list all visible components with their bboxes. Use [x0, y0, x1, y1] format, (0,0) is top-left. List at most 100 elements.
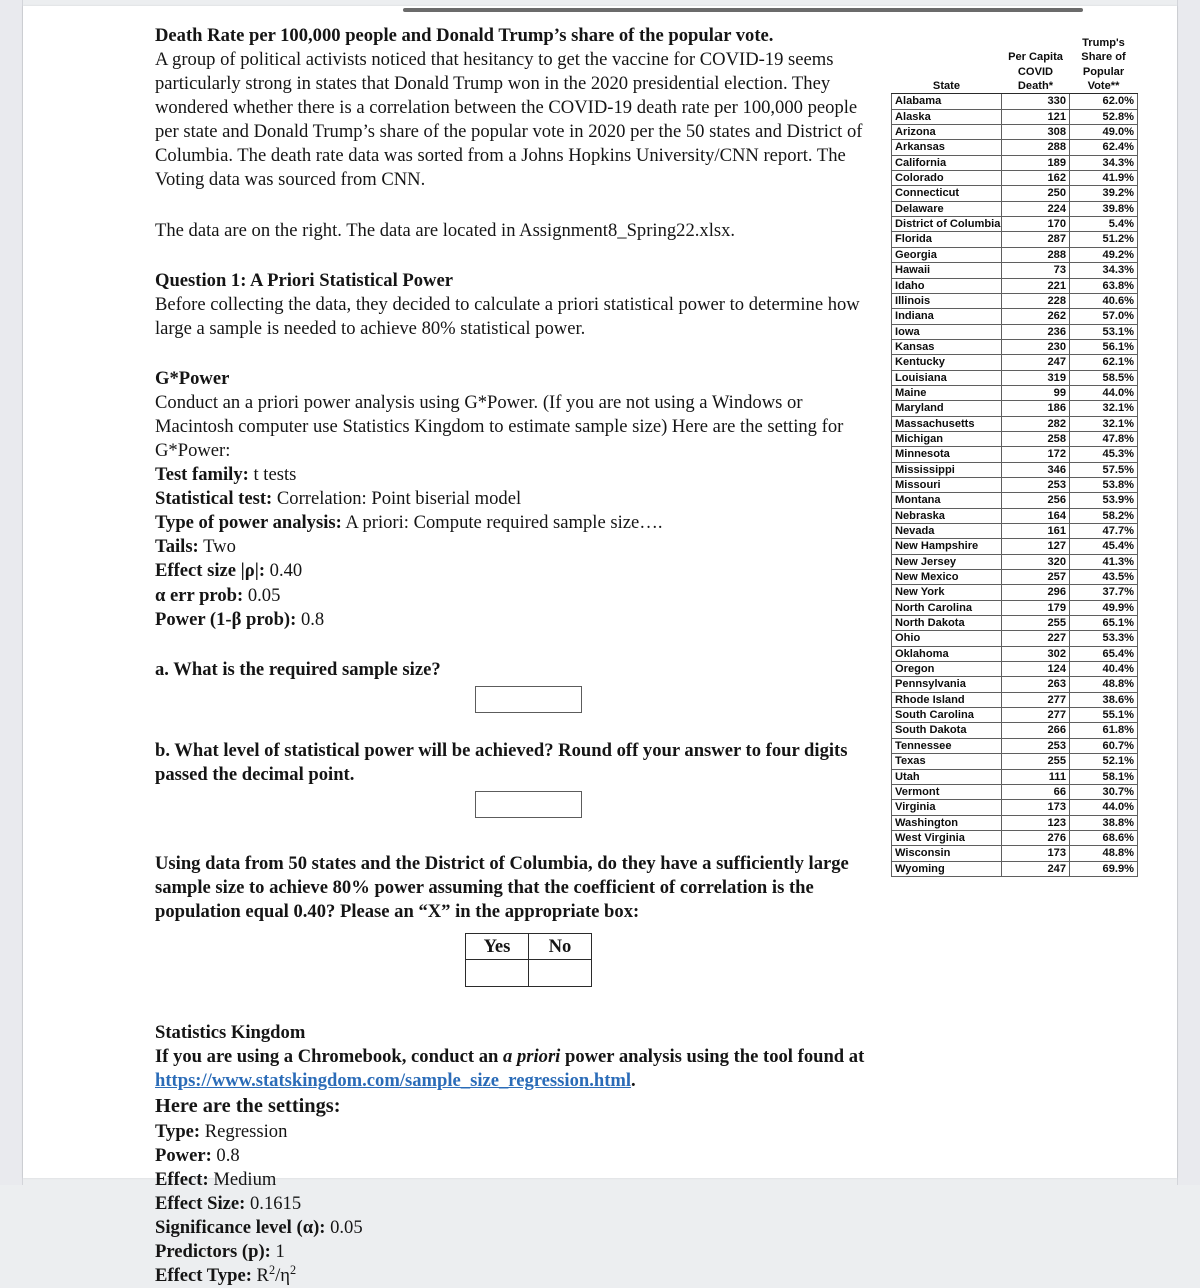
cell-trump-share: 37.7%: [1069, 584, 1138, 601]
question-a-text: a. What is the required sample size?: [155, 658, 441, 680]
column-header-death: Death*: [1001, 79, 1070, 95]
sk-italic: a priori: [503, 1046, 561, 1068]
table-row: Wisconsin 173 48.8%: [891, 845, 1138, 862]
cell-covid-death: 250: [1001, 185, 1070, 202]
question1-heading: Question 1: A Priori Statistical Power: [155, 269, 453, 291]
cell-covid-death: 256: [1001, 492, 1070, 509]
table-row: North Carolina 179 49.9%: [891, 599, 1138, 617]
hdr3-death: COVID: [1017, 65, 1054, 78]
setting-value: A priori: Compute required sample size….: [341, 512, 663, 534]
cell-trump-share: 39.8%: [1069, 200, 1138, 218]
horizontal-scrollbar[interactable]: [403, 8, 1083, 12]
table-row: Kansas 230 56.1%: [891, 338, 1138, 356]
table-row: Minnesota 172 45.3%: [891, 446, 1138, 463]
table-row: West Virginia 276 68.6%: [891, 829, 1138, 847]
cell-state: Vermont: [891, 783, 1002, 801]
cell-state: Indiana: [891, 308, 1002, 325]
cell-state: Illinois: [891, 292, 1002, 310]
setting-label: Power (1-β prob):: [155, 608, 297, 630]
cell-trump-share: 65.1%: [1069, 615, 1138, 632]
cell-trump-share: 32.1%: [1069, 400, 1138, 417]
cell-trump-share: 41.9%: [1069, 170, 1138, 187]
hdr2-state: [892, 50, 1002, 64]
cell-state: Colorado: [891, 170, 1002, 187]
statskingdom-link[interactable]: https://www.statskingdom.com/sample_size…: [155, 1070, 631, 1091]
table-row: Louisiana 319 58.5%: [891, 369, 1138, 386]
cell-trump-share: 56.1%: [1069, 338, 1138, 356]
cell-covid-death: 263: [1001, 676, 1070, 693]
hdr2-death: Per Capita: [1008, 51, 1063, 64]
gpower-setting-row: α err prob: 0.05: [155, 584, 875, 608]
cell-covid-death: 99: [1001, 384, 1070, 402]
cell-covid-death: 319: [1001, 369, 1070, 386]
document-viewport: Death Rate per 100,000 people and Donald…: [0, 0, 1200, 1286]
no-checkbox-cell[interactable]: [528, 959, 592, 988]
sk-setting-row: Predictors (p): 1: [155, 1240, 875, 1264]
cell-state: Missouri: [891, 476, 1002, 494]
intro-paragraph: A group of political activists noticed t…: [155, 49, 863, 191]
setting-label: Tails:: [155, 536, 199, 558]
table-row: Delaware 224 39.8%: [891, 200, 1138, 218]
answer-a-input[interactable]: [475, 685, 582, 713]
hdr1-state: [892, 36, 1002, 50]
table-row: Arizona 308 49.0%: [891, 124, 1138, 141]
setting-value: Correlation: Point biserial model: [272, 488, 522, 510]
cell-state: South Carolina: [891, 707, 1002, 724]
cell-state: Nebraska: [891, 507, 1002, 525]
yes-checkbox-cell[interactable]: [465, 959, 529, 988]
table-row: Washington 123 38.8%: [891, 814, 1138, 831]
table-head: Trump's Per Capita Share of COVID Popula…: [891, 36, 1138, 95]
table-row: Massachusetts 282 32.1%: [891, 415, 1138, 432]
cell-covid-death: 288: [1001, 139, 1070, 156]
sk-effect-type-row: Effect Type: R2/η2: [155, 1264, 875, 1288]
cell-state: Maryland: [891, 400, 1002, 417]
cell-state: Wisconsin: [891, 845, 1002, 862]
data-location-paragraph: The data are on the right. The data are …: [155, 219, 736, 241]
table-row: Connecticut 250 39.2%: [891, 185, 1138, 202]
right-gutter: [1177, 0, 1200, 1185]
table-row: Maine 99 44.0%: [891, 384, 1138, 402]
cell-state: Kentucky: [891, 354, 1002, 371]
table-row: Alabama 330 62.0%: [891, 93, 1138, 110]
answer-b-input[interactable]: [475, 790, 582, 818]
state-data-table: Trump's Per Capita Share of COVID Popula…: [891, 36, 1138, 877]
sk-prefix: If you are using a Chromebook, conduct a…: [155, 1046, 503, 1068]
table-row: North Dakota 255 65.1%: [891, 615, 1138, 632]
table-row: Oregon 124 40.4%: [891, 661, 1138, 678]
document-text-column: Death Rate per 100,000 people and Donald…: [155, 24, 875, 1288]
table-row: Nebraska 164 58.2%: [891, 507, 1138, 525]
setting-value: Medium: [208, 1169, 277, 1190]
cell-trump-share: 5.4%: [1069, 216, 1138, 233]
cell-trump-share: 57.5%: [1069, 461, 1138, 478]
header-row-3: COVID Popular: [892, 65, 1138, 79]
cell-covid-death: 330: [1001, 93, 1070, 110]
cell-covid-death: 221: [1001, 277, 1070, 294]
cell-trump-share: 68.6%: [1069, 829, 1138, 847]
question-b-text: b. What level of statistical power will …: [155, 739, 848, 785]
gpower-body: Conduct an a priori power analysis using…: [155, 391, 844, 462]
cell-covid-death: 124: [1001, 661, 1070, 678]
setting-label: Effect size |ρ|:: [155, 560, 266, 582]
cell-covid-death: 247: [1001, 860, 1070, 877]
cell-state: Rhode Island: [891, 691, 1002, 709]
setting-label: α err prob: [155, 584, 237, 606]
table-row: California 189 34.3%: [891, 154, 1138, 172]
cell-covid-death: 277: [1001, 707, 1070, 724]
statskingdom-settings-heading: Here are the settings:: [155, 1095, 341, 1118]
setting-value: Two: [198, 536, 236, 558]
yesno-table-wrapper: Yes No: [465, 933, 875, 988]
setting-label: Predictors (p):: [155, 1241, 271, 1263]
table-row: Virginia 173 44.0%: [891, 799, 1138, 816]
cell-trump-share: 49.0%: [1069, 124, 1138, 141]
table-row: Montana 256 53.9%: [891, 492, 1138, 509]
table-row: New Jersey 320 41.3%: [891, 553, 1138, 571]
hdr3-state: [892, 65, 1002, 79]
cell-covid-death: 282: [1001, 415, 1070, 432]
cell-covid-death: 111: [1001, 768, 1070, 785]
yesno-table: Yes No: [465, 933, 592, 988]
table-row: Vermont 66 30.7%: [891, 783, 1138, 801]
cell-trump-share: 40.6%: [1069, 292, 1138, 310]
table-row: Oklahoma 302 65.4%: [891, 645, 1138, 663]
